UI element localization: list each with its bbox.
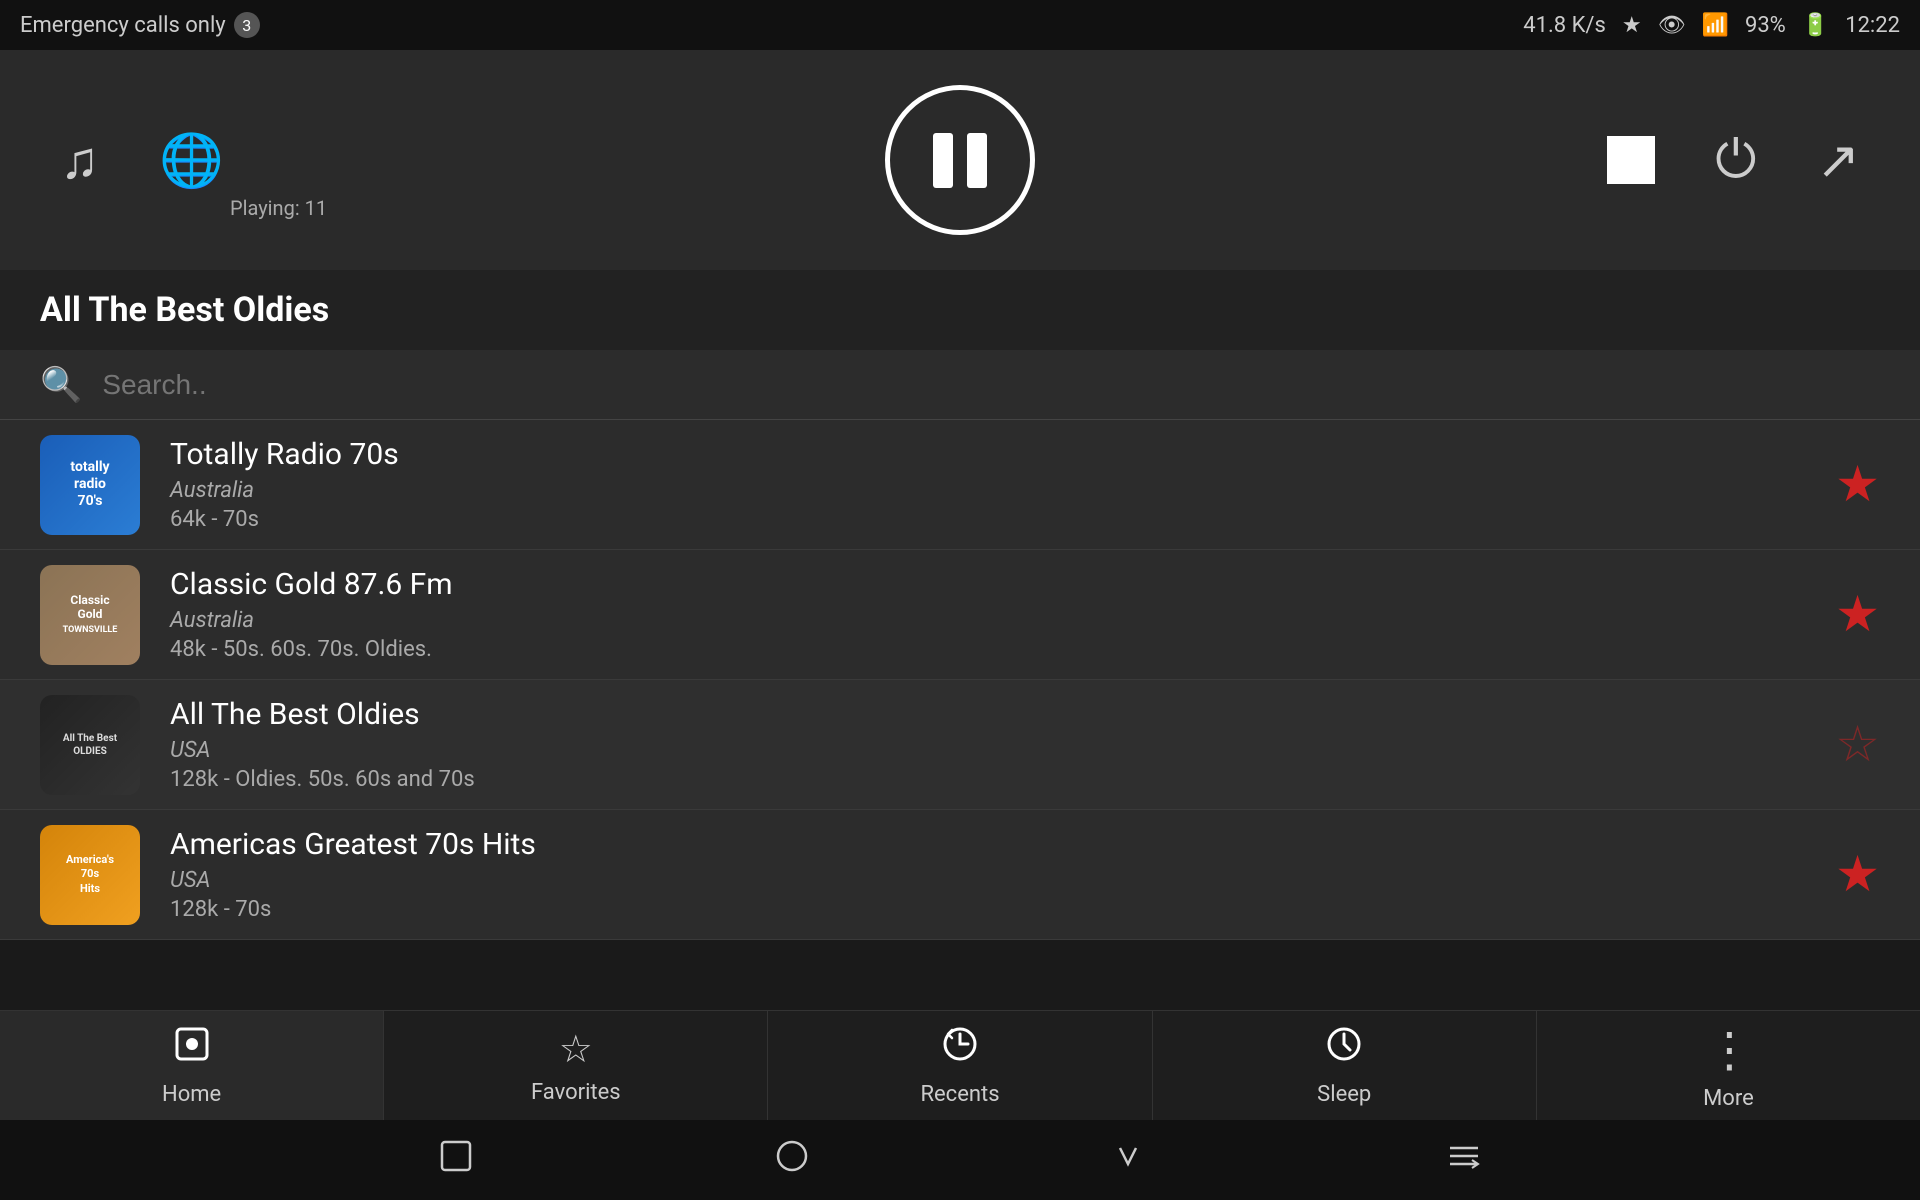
- network-speed: 41.8 K/s: [1523, 13, 1606, 38]
- pause-icon: [933, 133, 987, 188]
- more-label: More: [1703, 1086, 1754, 1111]
- home-icon: [172, 1024, 212, 1074]
- search-bar: 🔍: [0, 350, 1920, 420]
- station-country: Australia: [170, 478, 1805, 503]
- station-item[interactable]: All The Best OLDIES All The Best Oldies …: [0, 680, 1920, 810]
- logo-text: Classic Gold TOWNSVILLE: [63, 593, 118, 637]
- pause-bar-left: [933, 133, 953, 188]
- nav-item-sleep[interactable]: Sleep: [1153, 1011, 1536, 1120]
- station-bitrate: 64k - 70s: [170, 507, 1805, 532]
- emergency-text: Emergency calls only: [20, 13, 226, 38]
- battery-icon: 🔋: [1802, 13, 1829, 38]
- station-name: Americas Greatest 70s Hits: [170, 827, 1805, 862]
- station-country: Australia: [170, 608, 1805, 633]
- more-icon: ⋮: [1705, 1021, 1751, 1078]
- station-item[interactable]: totally radio 70's Totally Radio 70s Aus…: [0, 420, 1920, 550]
- eye-icon: 👁: [1658, 13, 1686, 38]
- player-left-controls: ♫ 🌐: [60, 130, 224, 191]
- music-icon[interactable]: ♫: [60, 130, 99, 191]
- playing-label: Playing: 11: [230, 196, 327, 220]
- recents-icon: [940, 1024, 980, 1074]
- player-area: ♫ 🌐 Playing: 11 ⏻ ↗: [0, 50, 1920, 270]
- station-country: USA: [170, 738, 1805, 763]
- station-info: Totally Radio 70s Australia 64k - 70s: [170, 437, 1805, 532]
- power-button[interactable]: ⏻: [1715, 129, 1756, 191]
- globe-icon[interactable]: 🌐: [159, 130, 224, 191]
- bluetooth-icon: ★: [1622, 13, 1642, 38]
- status-right: 41.8 K/s ★ 👁 📶 93% 🔋 12:22: [1523, 13, 1900, 38]
- station-name: Classic Gold 87.6 Fm: [170, 567, 1805, 602]
- favorites-label: Favorites: [531, 1080, 621, 1105]
- favorite-button[interactable]: ★: [1835, 585, 1880, 644]
- search-icon: 🔍: [40, 365, 82, 405]
- bottom-nav: Home ☆ Favorites Recents Sleep ⋮ More: [0, 1010, 1920, 1120]
- station-info: Classic Gold 87.6 Fm Australia 48k - 50s…: [170, 567, 1805, 662]
- now-playing-title: All The Best Oldies: [0, 270, 1920, 350]
- pause-button[interactable]: [885, 85, 1035, 235]
- sleep-icon: [1324, 1024, 1364, 1074]
- favorite-button[interactable]: ☆: [1835, 715, 1880, 774]
- sleep-label: Sleep: [1317, 1082, 1371, 1107]
- pause-bar-right: [967, 133, 987, 188]
- wifi-icon: 📶: [1702, 13, 1729, 38]
- logo-text: America's 70s Hits: [66, 853, 114, 896]
- status-bar: Emergency calls only 3 41.8 K/s ★ 👁 📶 93…: [0, 0, 1920, 50]
- station-logo: All The Best OLDIES: [40, 695, 140, 795]
- player-right-controls: ⏻ ↗: [1607, 129, 1860, 191]
- clock: 12:22: [1845, 13, 1900, 38]
- station-info: Americas Greatest 70s Hits USA 128k - 70…: [170, 827, 1805, 922]
- station-logo: America's 70s Hits: [40, 825, 140, 925]
- back-button[interactable]: [438, 1138, 474, 1183]
- search-input[interactable]: [102, 369, 1880, 401]
- favorites-icon: ☆: [559, 1027, 593, 1072]
- nav-item-home[interactable]: Home: [0, 1011, 383, 1120]
- notification-badge: 3: [234, 12, 260, 38]
- station-item[interactable]: Classic Gold TOWNSVILLE Classic Gold 87.…: [0, 550, 1920, 680]
- recents-button[interactable]: [1110, 1138, 1146, 1183]
- nav-item-favorites[interactable]: ☆ Favorites: [384, 1011, 767, 1120]
- menu-button[interactable]: [1446, 1138, 1482, 1183]
- favorite-button[interactable]: ★: [1835, 455, 1880, 514]
- logo-text: All The Best OLDIES: [63, 732, 117, 758]
- nav-item-more[interactable]: ⋮ More: [1537, 1011, 1920, 1120]
- station-bitrate: 128k - Oldies. 50s. 60s and 70s: [170, 767, 1805, 792]
- station-name: All The Best Oldies: [170, 697, 1805, 732]
- home-button[interactable]: [774, 1138, 810, 1183]
- station-item[interactable]: America's 70s Hits Americas Greatest 70s…: [0, 810, 1920, 940]
- logo-text: totally radio 70's: [70, 459, 109, 509]
- battery-percent: 93%: [1745, 13, 1786, 38]
- station-bitrate: 128k - 70s: [170, 897, 1805, 922]
- share-button[interactable]: ↗: [1816, 130, 1860, 191]
- station-list: totally radio 70's Totally Radio 70s Aus…: [0, 420, 1920, 940]
- station-name: Totally Radio 70s: [170, 437, 1805, 472]
- station-bitrate: 48k - 50s. 60s. 70s. Oldies.: [170, 637, 1805, 662]
- stop-button[interactable]: [1607, 136, 1655, 184]
- home-label: Home: [162, 1082, 221, 1107]
- station-logo: totally radio 70's: [40, 435, 140, 535]
- station-logo: Classic Gold TOWNSVILLE: [40, 565, 140, 665]
- station-country: USA: [170, 868, 1805, 893]
- status-left: Emergency calls only 3: [20, 12, 260, 38]
- station-info: All The Best Oldies USA 128k - Oldies. 5…: [170, 697, 1805, 792]
- nav-item-recents[interactable]: Recents: [768, 1011, 1151, 1120]
- system-nav: [0, 1120, 1920, 1200]
- recents-label: Recents: [920, 1082, 999, 1107]
- favorite-button[interactable]: ★: [1835, 845, 1880, 904]
